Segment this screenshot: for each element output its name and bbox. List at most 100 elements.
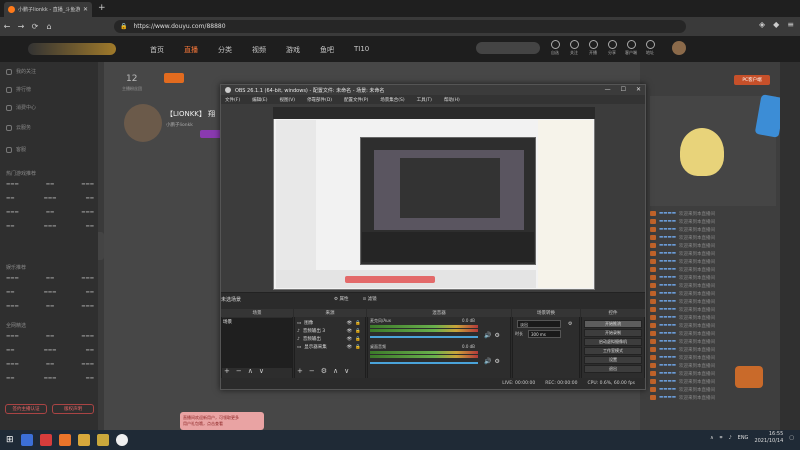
notification-icon[interactable]: ▢ (789, 435, 794, 441)
task-browser-icon[interactable] (58, 434, 71, 446)
chat-user[interactable]: ▬▬▬▬ (659, 307, 676, 312)
sidebar-row[interactable]: ▬▬▬ ▬▬ ▬▬▬ (6, 334, 94, 339)
scene-list[interactable] (222, 318, 292, 368)
exit-button[interactable]: 退出 (584, 365, 642, 373)
gear-icon[interactable]: ⚙ (494, 332, 499, 339)
chat-message[interactable]: ▬▬▬▬ 欢迎来到本直播间 (650, 210, 776, 217)
remove-icon[interactable]: − (309, 367, 315, 375)
maximize-button[interactable]: ☐ (621, 86, 626, 93)
reload-button[interactable]: ⟳ (28, 22, 42, 31)
gear-icon[interactable]: ⚙ (494, 358, 499, 365)
volume-icon[interactable]: ♪ (728, 435, 731, 441)
lock-icon[interactable]: 🔒 (355, 337, 361, 342)
chat-user[interactable]: ▬▬▬▬ (659, 235, 676, 240)
task-folder-icon[interactable] (96, 434, 109, 446)
chat-message[interactable]: ▬▬▬▬ 欢迎来到本直播间 (650, 250, 776, 257)
add-icon[interactable]: + (224, 367, 230, 375)
chat-message[interactable]: ▬▬▬▬ 欢迎来到本直播间 (650, 306, 776, 313)
chat-user[interactable]: ▬▬▬▬ (659, 243, 676, 248)
source-row[interactable]: ▭ 图像 👁 🔒 (297, 320, 361, 327)
chat-user[interactable]: ▬▬▬▬ (659, 259, 676, 264)
source-row[interactable]: ♪ 音频输出 👁 🔒 (297, 336, 361, 343)
chat-user[interactable]: ▬▬▬▬ (659, 267, 676, 272)
clock[interactable]: 16:55 2021/10/14 (754, 431, 783, 445)
chat-message[interactable]: ▬▬▬▬ 欢迎来到本直播间 (650, 314, 776, 321)
new-tab-button[interactable]: + (98, 3, 106, 13)
streamer-avatar[interactable] (124, 104, 162, 142)
chat-message[interactable]: ▬▬▬▬ 欢迎来到本直播间 (650, 234, 776, 241)
task-app-icon[interactable] (20, 434, 33, 446)
sidebar-row[interactable]: ▬▬ ▬▬▬ ▬▬ (6, 376, 94, 381)
back-button[interactable]: ← (0, 22, 14, 31)
visibility-icon[interactable]: 👁 (347, 337, 353, 342)
sidebar-sign-button[interactable]: 签约主播认证 (5, 404, 47, 414)
header-icon-1[interactable]: 关注 (567, 40, 581, 56)
sidebar-row[interactable]: ▬▬ ▬▬▬ ▬▬ (6, 224, 94, 229)
nav-home[interactable]: 首页 (150, 45, 164, 55)
menu-tools[interactable]: 工具(T) (417, 97, 432, 103)
lock-icon[interactable]: 🔒 (355, 345, 361, 350)
header-icon-2[interactable]: 开播 (586, 40, 600, 56)
down-icon[interactable]: ∨ (344, 367, 349, 375)
site-search-input[interactable] (476, 42, 540, 54)
chat-user[interactable]: ▬▬▬▬ (659, 211, 676, 216)
chat-message[interactable]: ▬▬▬▬ 欢迎来到本直播间 (650, 242, 776, 249)
sidebar-row[interactable]: ▬▬▬ ▬▬ ▬▬▬ (6, 182, 94, 187)
menu-icon[interactable]: ≡ (787, 20, 794, 29)
promo-toast[interactable]: 直播间欢迎新用户，可领取更多 用户礼包哦，点击查看 (180, 412, 264, 430)
visibility-icon[interactable]: 👁 (347, 321, 353, 326)
transition-select[interactable]: 淡出 (517, 320, 561, 328)
volume-slider[interactable] (370, 336, 478, 338)
header-icon-5[interactable]: 地址 (643, 40, 657, 56)
source-row[interactable]: ▭ 显示器采集 👁 🔒 (297, 344, 361, 351)
properties-button[interactable]: ⚙ 属性 (334, 296, 348, 302)
chat-user[interactable]: ▬▬▬▬ (659, 371, 676, 376)
sidebar-row[interactable]: ▬▬ ▬▬▬ ▬▬ (6, 348, 94, 353)
speaker-icon[interactable]: 🔊 (484, 358, 491, 365)
home-button[interactable]: ⌂ (42, 22, 56, 31)
down-icon[interactable]: ∨ (259, 367, 264, 375)
start-stream-button[interactable]: 开始推流 (584, 320, 642, 328)
chat-user[interactable]: ▬▬▬▬ (659, 275, 676, 280)
virtual-camera-button[interactable]: 启动虚拟摄像机 (584, 338, 642, 346)
nav-game[interactable]: 游戏 (286, 45, 300, 55)
chat-message[interactable]: ▬▬▬▬ 欢迎来到本直播间 (650, 338, 776, 345)
up-icon[interactable]: ∧ (333, 367, 338, 375)
chat-message[interactable]: ▬▬▬▬ 欢迎来到本直播间 (650, 282, 776, 289)
gift-badge[interactable] (735, 366, 763, 388)
minimize-button[interactable]: — (605, 86, 611, 93)
sidebar-item-follow[interactable]: 我的关注 (6, 68, 36, 75)
lock-icon[interactable]: 🔒 (355, 329, 361, 334)
tray-chevron-icon[interactable]: ∧ (710, 435, 714, 441)
chat-message[interactable]: ▬▬▬▬ 欢迎来到本直播间 (650, 226, 776, 233)
extension-icon[interactable]: ◆ (773, 20, 779, 29)
chat-message[interactable]: ▬▬▬▬ 欢迎来到本直播间 (650, 266, 776, 273)
speaker-icon[interactable]: 🔊 (484, 332, 491, 339)
sidebar-item-cloud[interactable]: 云服务 (6, 124, 31, 131)
task-folder-icon[interactable] (77, 434, 90, 446)
chat-message[interactable]: ▬▬▬▬ 欢迎来到本直播间 (650, 274, 776, 281)
sidebar-row[interactable]: ▬▬▬ ▬▬ ▬▬▬ (6, 210, 94, 215)
source-row[interactable]: ♪ 音频输出 3 👁 🔒 (297, 328, 361, 335)
nav-ti10[interactable]: TI10 (354, 45, 369, 55)
chat-user[interactable]: ▬▬▬▬ (659, 347, 676, 352)
chat-user[interactable]: ▬▬▬▬ (659, 251, 676, 256)
lock-icon[interactable]: 🔒 (355, 321, 361, 326)
input-lang[interactable]: ENG (738, 435, 749, 441)
chat-user[interactable]: ▬▬▬▬ (659, 379, 676, 384)
chat-message[interactable]: ▬▬▬▬ 欢迎来到本直播间 (650, 322, 776, 329)
sidebar-item-rank[interactable]: 排行榜 (6, 86, 31, 93)
chat-user[interactable]: ▬▬▬▬ (659, 283, 676, 288)
chat-user[interactable]: ▬▬▬▬ (659, 299, 676, 304)
menu-view[interactable]: 视图(V) (279, 97, 295, 103)
add-icon[interactable]: + (297, 367, 303, 375)
chat-message[interactable]: ▬▬▬▬ 欢迎来到本直播间 (650, 394, 776, 401)
chat-message[interactable]: ▬▬▬▬ 欢迎来到本直播间 (650, 258, 776, 265)
nav-live[interactable]: 直播 (184, 45, 198, 55)
chat-user[interactable]: ▬▬▬▬ (659, 355, 676, 360)
chat-user[interactable]: ▬▬▬▬ (659, 219, 676, 224)
duration-input[interactable]: 300 ms (528, 330, 561, 338)
browser-tab[interactable]: 小鹏子lionkk - 直播_斗鱼游戏 ✕ (4, 2, 92, 17)
url-bar[interactable]: 🔒 https://www.douyu.com/88880 (114, 20, 686, 33)
close-button[interactable]: ✕ (636, 86, 641, 93)
